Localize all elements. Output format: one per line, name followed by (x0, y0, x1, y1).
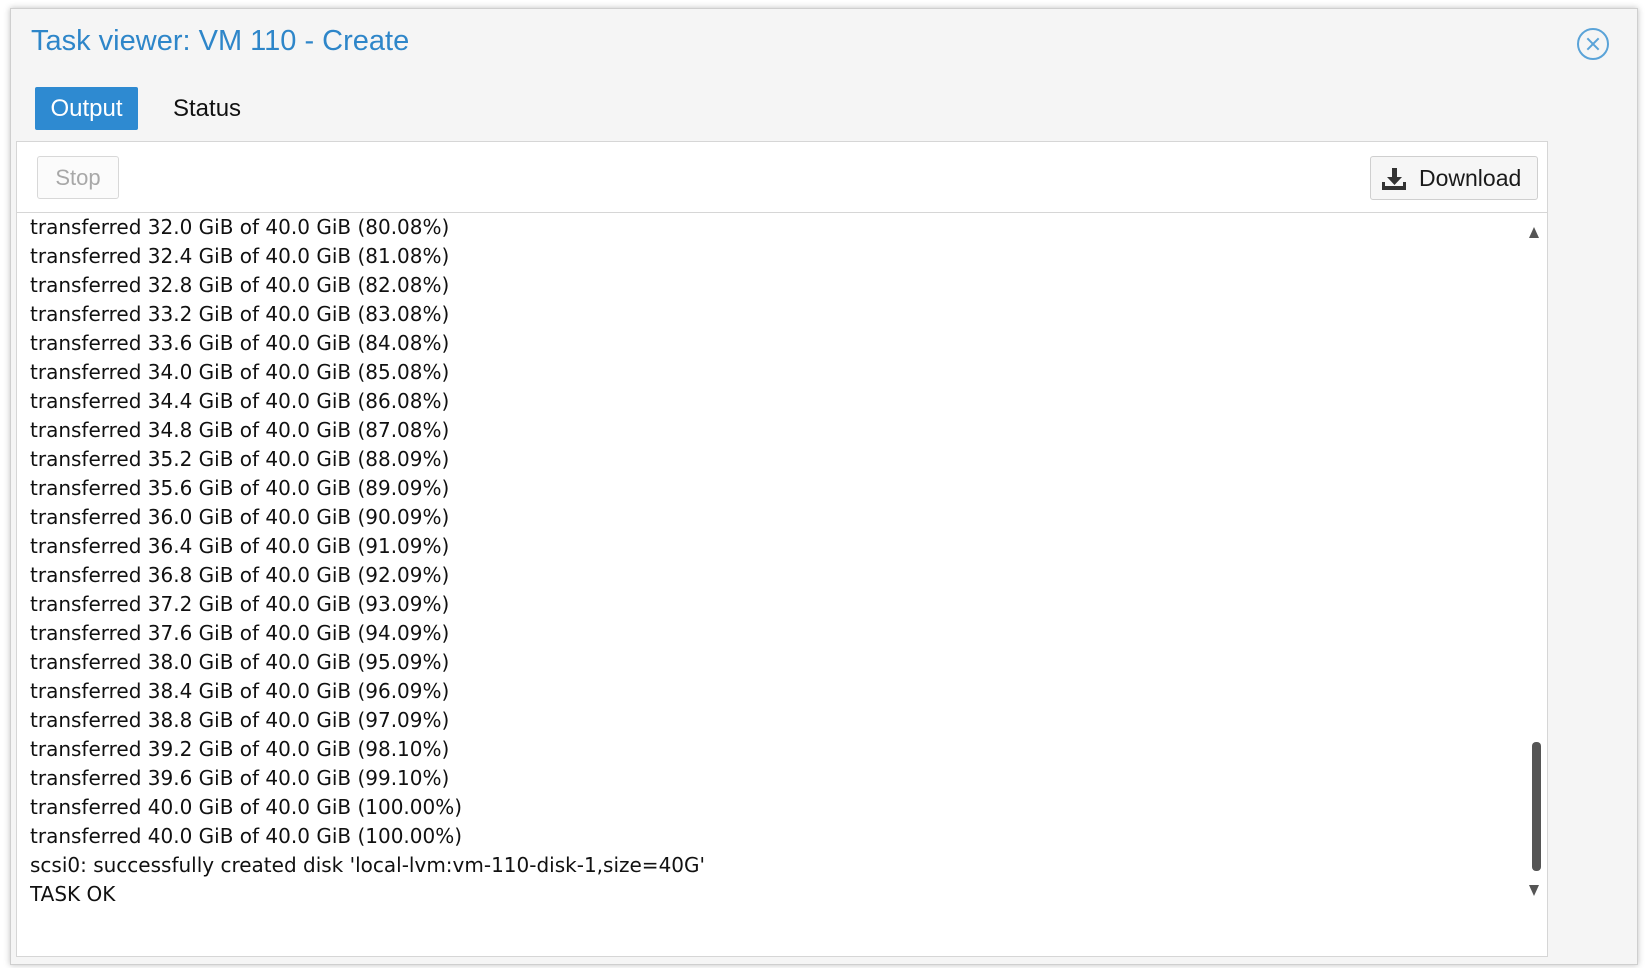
log-line: transferred 37.2 GiB of 40.0 GiB (93.09%… (30, 592, 450, 616)
log-line: transferred 36.0 GiB of 40.0 GiB (90.09%… (30, 505, 450, 529)
scroll-down-arrow-icon[interactable] (1529, 885, 1539, 896)
log-line: transferred 38.8 GiB of 40.0 GiB (97.09%… (30, 708, 450, 732)
task-log: transferred 32.0 GiB of 40.0 GiB (80.08%… (30, 213, 1510, 948)
log-line: transferred 32.0 GiB of 40.0 GiB (80.08%… (30, 215, 450, 239)
log-line: transferred 40.0 GiB of 40.0 GiB (100.00… (30, 795, 463, 819)
log-line: scsi0: successfully created disk 'local-… (30, 853, 706, 877)
download-icon (1382, 168, 1406, 190)
log-line: transferred 34.0 GiB of 40.0 GiB (85.08%… (30, 360, 450, 384)
log-line: TASK OK (30, 882, 116, 906)
log-line: transferred 36.8 GiB of 40.0 GiB (92.09%… (30, 563, 450, 587)
scroll-up-arrow-icon[interactable] (1529, 227, 1539, 238)
tab-status[interactable]: Status (173, 87, 241, 130)
log-line: transferred 34.8 GiB of 40.0 GiB (87.08%… (30, 418, 450, 442)
log-line: transferred 34.4 GiB of 40.0 GiB (86.08%… (30, 389, 450, 413)
dialog-title: Task viewer: VM 110 - Create (31, 25, 410, 57)
log-line: transferred 32.4 GiB of 40.0 GiB (81.08%… (30, 244, 450, 268)
close-icon[interactable] (1577, 28, 1609, 60)
output-panel: Stop Download transferred 32.0 GiB of 40… (16, 141, 1548, 957)
log-line: transferred 40.0 GiB of 40.0 GiB (100.00… (30, 824, 463, 848)
scrollbar-thumb[interactable] (1532, 742, 1541, 871)
log-line: transferred 37.6 GiB of 40.0 GiB (94.09%… (30, 621, 450, 645)
log-line: transferred 35.6 GiB of 40.0 GiB (89.09%… (30, 476, 450, 500)
log-line: transferred 32.8 GiB of 40.0 GiB (82.08%… (30, 273, 450, 297)
log-line: transferred 33.6 GiB of 40.0 GiB (84.08%… (30, 331, 450, 355)
log-line: transferred 36.4 GiB of 40.0 GiB (91.09%… (30, 534, 450, 558)
log-line: transferred 38.4 GiB of 40.0 GiB (96.09%… (30, 679, 450, 703)
log-line: transferred 39.2 GiB of 40.0 GiB (98.10%… (30, 737, 450, 761)
tab-output[interactable]: Output (35, 87, 138, 130)
task-viewer-dialog: Task viewer: VM 110 - Create Output Stat… (10, 8, 1638, 965)
log-line: transferred 38.0 GiB of 40.0 GiB (95.09%… (30, 650, 450, 674)
download-label: Download (1419, 165, 1522, 191)
download-button[interactable]: Download (1370, 156, 1538, 200)
stop-button[interactable]: Stop (37, 156, 119, 199)
output-toolbar: Stop Download (17, 142, 1547, 213)
log-line: transferred 33.2 GiB of 40.0 GiB (83.08%… (30, 302, 450, 326)
log-line: transferred 35.2 GiB of 40.0 GiB (88.09%… (30, 447, 450, 471)
log-line: transferred 39.6 GiB of 40.0 GiB (99.10%… (30, 766, 450, 790)
